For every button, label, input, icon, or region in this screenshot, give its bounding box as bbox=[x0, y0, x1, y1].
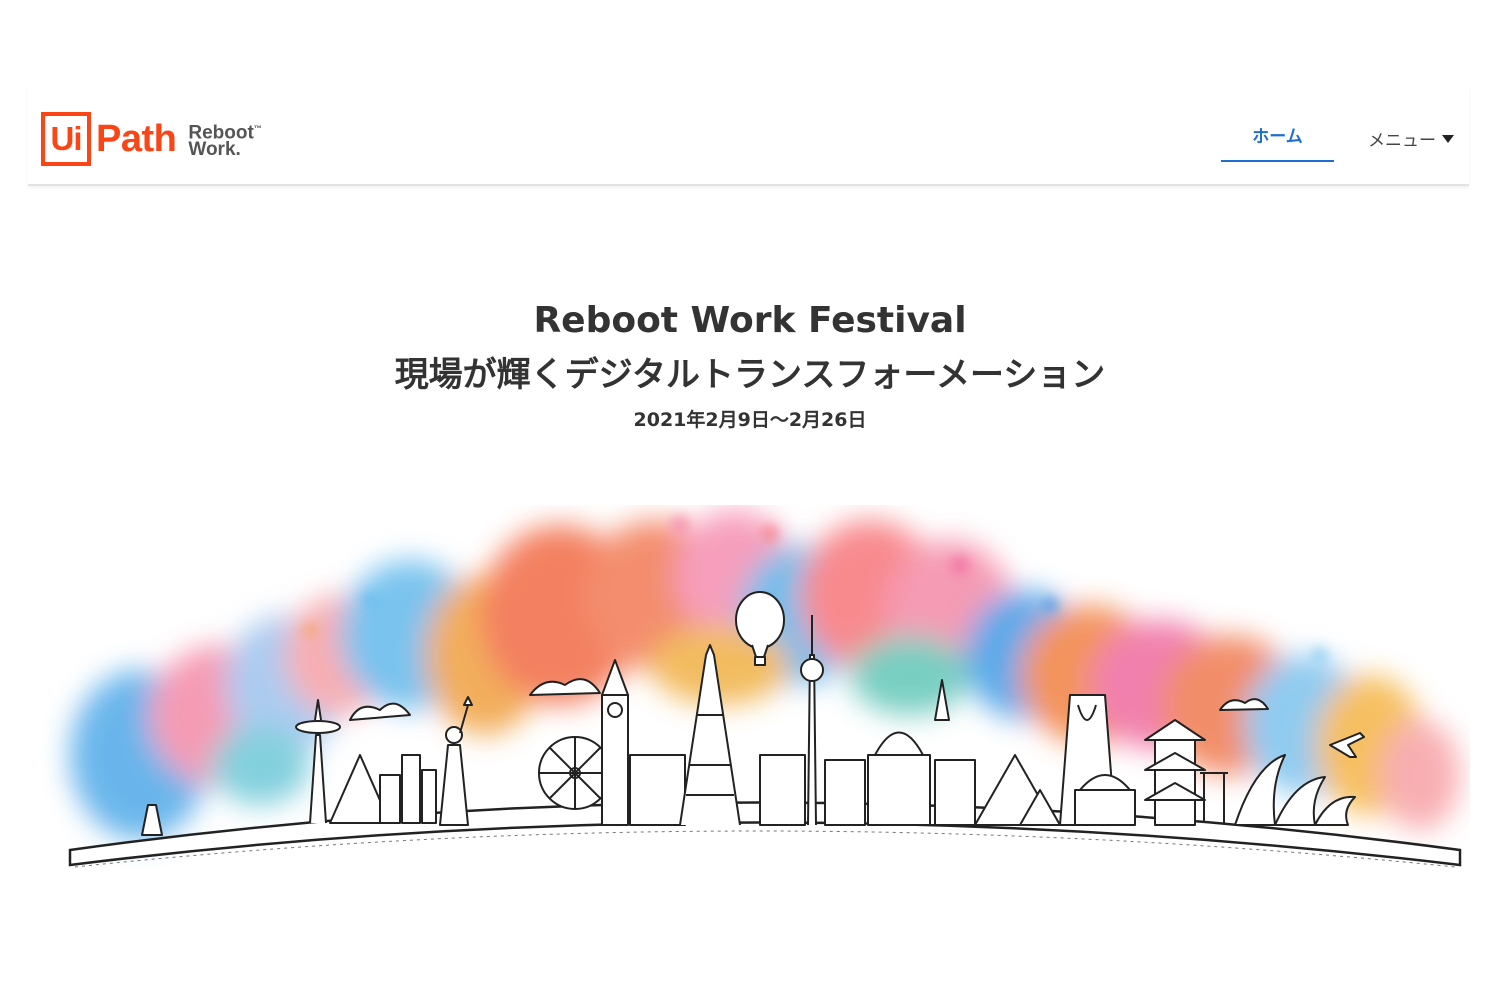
hero-title: Reboot Work Festival bbox=[533, 300, 967, 341]
nav-home-link[interactable]: ホーム bbox=[1221, 108, 1334, 162]
logo-reboot-line: Reboot™ bbox=[188, 122, 262, 144]
world-landmarks-watercolor-illustration bbox=[68, 510, 1462, 868]
nav-menu-label: メニュー bbox=[1368, 131, 1436, 151]
event-date: 2021年2月9日～2月26日 bbox=[633, 409, 867, 431]
nav-menu-dropdown[interactable]: メニュー bbox=[1368, 126, 1454, 151]
logo-path-text: Path bbox=[96, 117, 177, 160]
logo-reboot-work: Reboot™ Work. bbox=[188, 120, 262, 161]
logo-ui-box: Ui bbox=[41, 112, 91, 166]
logo-work-line: Work. bbox=[188, 139, 241, 161]
hero-subtitle: 現場が輝くデジタルトランスフォーメーション bbox=[394, 355, 1106, 395]
nav-home-label: ホーム bbox=[1252, 126, 1303, 147]
logo-ui-text: Ui bbox=[50, 120, 83, 157]
logo-trademark: ™ bbox=[253, 123, 262, 133]
site-header: Ui Path Reboot™ Work. ホーム メニュー bbox=[28, 86, 1469, 186]
hero-section: Reboot Work Festival 現場が輝くデジタルトランスフォーメーシ… bbox=[0, 295, 1500, 433]
caret-down-icon bbox=[1442, 134, 1454, 143]
uipath-reboot-work-logo[interactable]: Ui Path Reboot™ Work. bbox=[41, 109, 262, 169]
